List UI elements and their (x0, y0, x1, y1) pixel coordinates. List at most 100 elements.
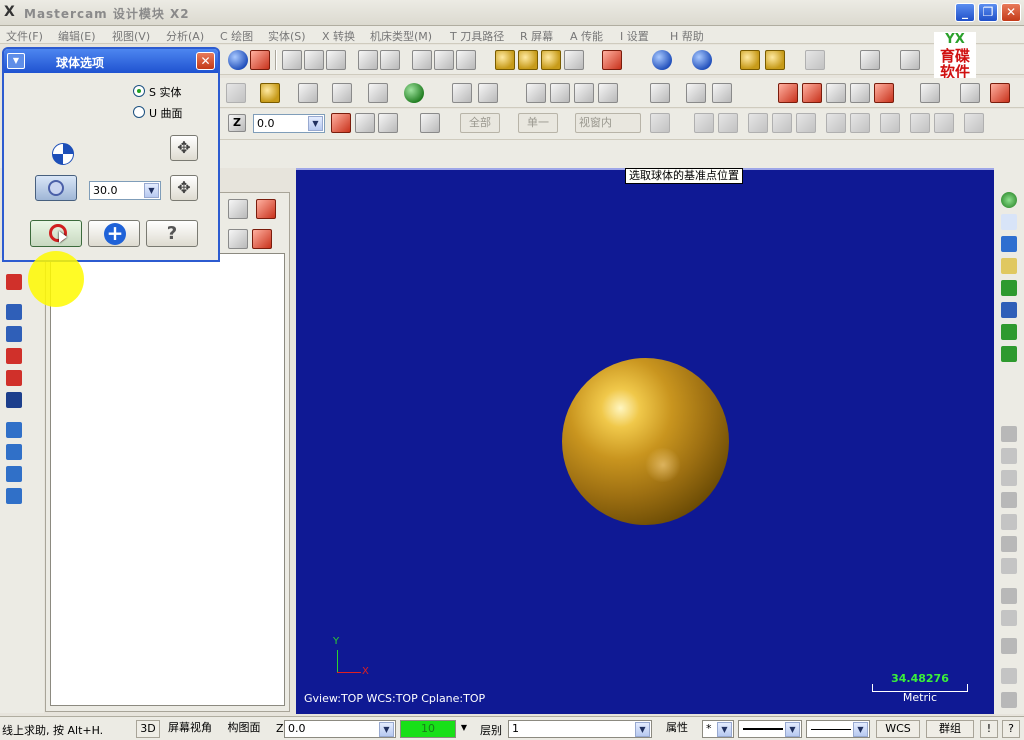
color-field[interactable]: 10 (400, 720, 456, 738)
radius-move-button[interactable]: ✥ (170, 175, 198, 201)
gray-tool-11-icon[interactable] (1001, 668, 1017, 684)
menu-create[interactable]: C 绘图 (220, 28, 253, 44)
plane-button[interactable]: 构图面 (222, 720, 266, 738)
select-all-button[interactable]: 全部 (460, 113, 500, 133)
point-icon[interactable] (298, 83, 318, 103)
zoom-out-icon[interactable] (380, 50, 400, 70)
radio-solid[interactable] (133, 85, 145, 97)
eraser-icon[interactable] (805, 50, 825, 70)
break-icon[interactable] (478, 83, 498, 103)
radius-button[interactable] (35, 175, 77, 201)
chevron-down-icon[interactable]: ▼ (379, 722, 394, 737)
translate-icon[interactable] (526, 83, 546, 103)
autocursor-icon[interactable] (331, 113, 351, 133)
manager-select-icon[interactable] (252, 229, 272, 249)
revolve-icon[interactable] (6, 304, 22, 320)
sweep-icon[interactable] (6, 326, 22, 342)
top-view-icon[interactable] (495, 50, 515, 70)
z-depth-field[interactable]: 0.0 ▼ (253, 114, 325, 133)
hatch-icon[interactable] (850, 83, 870, 103)
line-icon[interactable] (226, 83, 246, 103)
operations-tree[interactable] (50, 253, 285, 706)
menu-xform[interactable]: X 转换 (322, 28, 355, 44)
unzoom-icon[interactable] (358, 50, 378, 70)
chevron-down-icon[interactable]: ▼ (308, 116, 323, 131)
delete-icon[interactable] (412, 50, 432, 70)
grid-snap-icon[interactable] (378, 113, 398, 133)
menu-solids[interactable]: 实体(S) (268, 28, 306, 44)
vector-select-icon[interactable] (796, 113, 816, 133)
help-icon[interactable] (420, 113, 440, 133)
gray-tool-3-icon[interactable] (1001, 470, 1017, 486)
filter-icon[interactable] (650, 113, 670, 133)
select-help-icon[interactable] (964, 113, 984, 133)
radius-field[interactable]: 30.0 ▼ (89, 181, 161, 200)
groups-button[interactable]: 群组 (926, 720, 974, 738)
shell-icon[interactable] (6, 392, 22, 408)
tool-icon[interactable] (1001, 324, 1017, 340)
trim-solid-icon[interactable] (6, 444, 22, 460)
z-value-field[interactable]: 0.0 ▼ (284, 720, 396, 738)
gray-tool-10-icon[interactable] (1001, 638, 1017, 654)
chevron-down-icon[interactable]: ▼ (717, 722, 732, 737)
draft-icon[interactable] (6, 466, 22, 482)
touch-icon[interactable] (850, 113, 870, 133)
menu-file[interactable]: 文件(F) (6, 28, 43, 44)
line-style-field[interactable]: ▼ (738, 720, 802, 738)
z-depth-button[interactable]: Z (228, 114, 246, 132)
iso-view-icon[interactable] (564, 50, 584, 70)
mirror-icon[interactable] (550, 83, 570, 103)
array-icon[interactable] (686, 83, 706, 103)
repaint-icon[interactable] (456, 50, 476, 70)
dialog-help-button[interactable]: ? (146, 220, 198, 247)
pencil-icon[interactable] (740, 50, 760, 70)
chevron-down-icon[interactable]: ▼ (458, 720, 470, 738)
sphere-solid[interactable] (562, 358, 729, 525)
chevron-down-icon[interactable]: ▼ (635, 722, 650, 737)
zoom-window-icon[interactable] (282, 50, 302, 70)
manager-lines-icon[interactable] (228, 229, 248, 249)
attributes-button[interactable]: 属性 (658, 720, 696, 738)
trim-icon[interactable] (452, 83, 472, 103)
side-view-icon[interactable] (541, 50, 561, 70)
menu-machine-type[interactable]: 机床类型(M) (370, 28, 432, 44)
edit-pencil-icon[interactable] (765, 50, 785, 70)
menu-settings[interactable]: I 设置 (620, 28, 649, 44)
chevron-down-icon[interactable]: ▼ (785, 722, 800, 737)
front-view-icon[interactable] (518, 50, 538, 70)
chevron-down-icon[interactable]: ▼ (144, 183, 159, 198)
rotate-icon[interactable] (574, 83, 594, 103)
gray-tool-12-icon[interactable] (1001, 692, 1017, 708)
undelete-icon[interactable] (434, 50, 454, 70)
attribute-icon[interactable] (960, 83, 980, 103)
menu-analyze[interactable]: 分析(A) (166, 28, 204, 44)
status-help-button[interactable]: ? (1002, 720, 1020, 738)
screen-view-button[interactable]: 屏幕视角 (164, 720, 216, 738)
gray-tool-2-icon[interactable] (1001, 448, 1017, 464)
dialog-title-bar[interactable]: ▼ 球体选项 ✕ (4, 49, 218, 73)
gray-tool-6-icon[interactable] (1001, 536, 1017, 552)
list-icon[interactable] (802, 83, 822, 103)
base-point-icon[interactable] (52, 143, 74, 165)
pointer-select-icon[interactable] (694, 113, 714, 133)
close-button[interactable]: ✕ (1001, 3, 1021, 22)
manager-tool-icon[interactable] (228, 199, 248, 219)
cube-icon[interactable] (1001, 258, 1017, 274)
open-icon[interactable] (1001, 236, 1017, 252)
extrude-icon[interactable] (6, 274, 22, 290)
pencil-green-icon[interactable] (1001, 280, 1017, 296)
wireframe-globe-icon[interactable] (652, 50, 672, 70)
zoom-fit-icon[interactable] (304, 50, 324, 70)
fastpoint-icon[interactable] (355, 113, 375, 133)
level-field[interactable]: 1 ▼ (508, 720, 652, 738)
apply-button[interactable]: + (88, 220, 140, 247)
info-icon[interactable] (860, 50, 880, 70)
alert-button[interactable]: ! (980, 720, 998, 738)
arc-icon[interactable] (260, 83, 280, 103)
stretch-icon[interactable] (712, 83, 732, 103)
manager-edit-icon[interactable] (256, 199, 276, 219)
fillet-icon[interactable] (332, 83, 352, 103)
dimension-icon[interactable] (826, 83, 846, 103)
select-icon[interactable] (228, 50, 248, 70)
shaded-globe-icon[interactable] (692, 50, 712, 70)
